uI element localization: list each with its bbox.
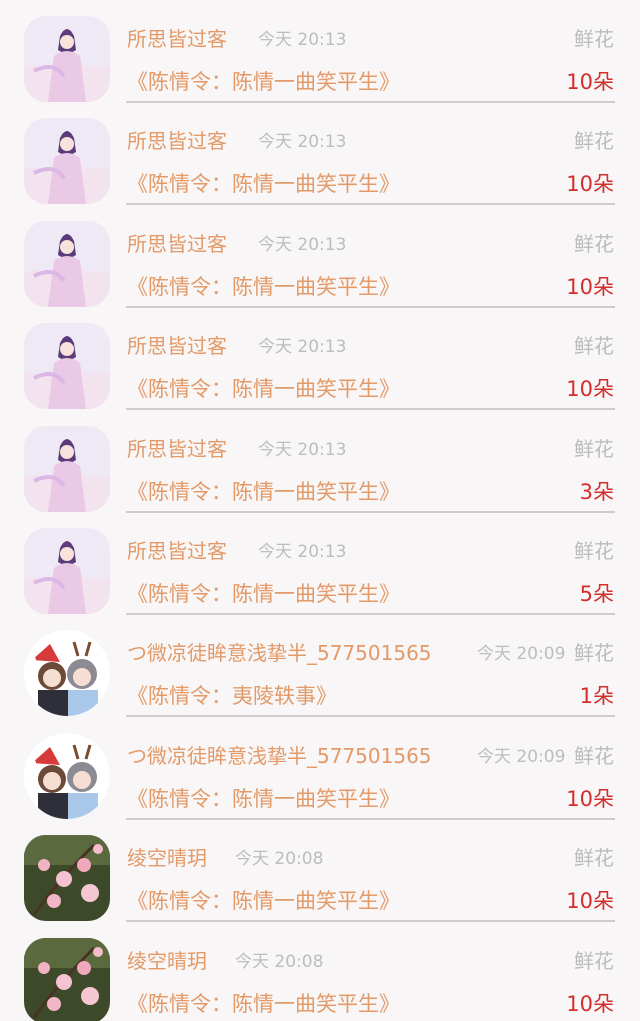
gift-type: 鲜花 (574, 948, 614, 973)
user-name[interactable]: 绫空晴玥 (127, 844, 207, 872)
gift-time: 今天 20:08 (235, 849, 324, 870)
user-name[interactable]: つ微凉徒眸意浅挚半_577501565 (127, 742, 432, 770)
gift-record-row[interactable]: 所思皆过客 今天 20:13 鲜花 《陈情令：陈情一曲笑平生》 10朵 (0, 205, 640, 308)
user-name[interactable]: 绫空晴玥 (127, 947, 207, 975)
gift-count: 5朵 (579, 581, 614, 606)
gift-record-list: 所思皆过客 今天 20:13 鲜花 《陈情令：陈情一曲笑平生》 10朵 所思皆过… (0, 0, 640, 1021)
gift-record-row[interactable]: 绫空晴玥 今天 20:08 鲜花 《陈情令：陈情一曲笑平生》 10朵 (0, 819, 640, 923)
user-name[interactable]: 所思皆过客 (127, 537, 227, 565)
girl-purple-avatar[interactable] (24, 16, 110, 102)
gift-count: 1朵 (579, 684, 614, 709)
book-title-link[interactable]: 《陈情令：陈情一曲笑平生》 (127, 67, 400, 97)
gift-type: 鲜花 (574, 231, 614, 256)
book-title-link[interactable]: 《陈情令：陈情一曲笑平生》 (127, 989, 400, 1019)
gift-count: 10朵 (566, 274, 614, 299)
gift-count: 10朵 (566, 377, 614, 402)
book-title-link[interactable]: 《陈情令：夷陵轶事》 (127, 681, 337, 711)
gift-record-row[interactable]: 绫空晴玥 今天 20:08 鲜花 《陈情令：陈情一曲笑平生》 10朵 (0, 922, 640, 1021)
user-name[interactable]: 所思皆过客 (127, 25, 227, 53)
user-name[interactable]: 所思皆过客 (127, 435, 227, 463)
gift-time: 今天 20:13 (258, 132, 347, 153)
gift-record-row[interactable]: 所思皆过客 今天 20:13 鲜花 《陈情令：陈情一曲笑平生》 10朵 (0, 102, 640, 206)
gift-record-row[interactable]: 所思皆过客 今天 20:13 鲜花 《陈情令：陈情一曲笑平生》 5朵 (0, 512, 640, 615)
gift-time: 今天 20:09 (477, 644, 566, 665)
book-title-link[interactable]: 《陈情令：陈情一曲笑平生》 (127, 477, 400, 507)
gift-time: 今天 20:09 (477, 746, 566, 767)
book-title-link[interactable]: 《陈情令：陈情一曲笑平生》 (127, 784, 400, 814)
gift-count: 10朵 (566, 172, 614, 197)
gift-type: 鲜花 (574, 846, 614, 871)
peach-blossom-avatar[interactable] (24, 937, 110, 1021)
girl-purple-avatar[interactable] (24, 425, 110, 512)
gift-count: 10朵 (566, 991, 614, 1016)
girl-purple-avatar[interactable] (24, 220, 110, 307)
user-name[interactable]: 所思皆过客 (127, 230, 227, 258)
gift-count: 3朵 (579, 479, 614, 504)
gift-record-row[interactable]: つ微凉徒眸意浅挚半_577501565 今天 20:09 鲜花 《陈情令：夷陵轶… (0, 614, 640, 718)
anime-couple-avatar[interactable] (24, 630, 110, 717)
gift-record-row[interactable]: 所思皆过客 今天 20:13 鲜花 《陈情令：陈情一曲笑平生》 3朵 (0, 410, 640, 513)
book-title-link[interactable]: 《陈情令：陈情一曲笑平生》 (127, 374, 400, 404)
gift-record-row[interactable]: つ微凉徒眸意浅挚半_577501565 今天 20:09 鲜花 《陈情令：陈情一… (0, 717, 640, 820)
gift-type: 鲜花 (574, 334, 614, 359)
gift-time: 今天 20:08 (235, 951, 324, 972)
gift-record-row[interactable]: 所思皆过客 今天 20:13 鲜花 《陈情令：陈情一曲笑平生》 10朵 (0, 307, 640, 411)
gift-type: 鲜花 (574, 27, 614, 51)
gift-time: 今天 20:13 (258, 439, 347, 460)
gift-type: 鲜花 (574, 641, 614, 666)
gift-time: 今天 20:13 (258, 337, 347, 358)
girl-purple-avatar[interactable] (24, 118, 110, 205)
gift-type: 鲜花 (574, 538, 614, 563)
gift-time: 今天 20:13 (258, 234, 347, 255)
book-title-link[interactable]: 《陈情令：陈情一曲笑平生》 (127, 272, 400, 302)
anime-couple-avatar[interactable] (24, 732, 110, 819)
user-name[interactable]: つ微凉徒眸意浅挚半_577501565 (127, 639, 432, 667)
user-name[interactable]: 所思皆过客 (127, 332, 227, 360)
girl-purple-avatar[interactable] (24, 323, 110, 410)
gift-time: 今天 20:13 (258, 541, 347, 562)
peach-blossom-avatar[interactable] (24, 835, 110, 922)
gift-type: 鲜花 (574, 129, 614, 154)
gift-count: 10朵 (566, 70, 614, 94)
gift-record-row[interactable]: 所思皆过客 今天 20:13 鲜花 《陈情令：陈情一曲笑平生》 10朵 (0, 0, 640, 103)
gift-type: 鲜花 (574, 436, 614, 461)
book-title-link[interactable]: 《陈情令：陈情一曲笑平生》 (127, 886, 400, 916)
user-name[interactable]: 所思皆过客 (127, 127, 227, 155)
gift-count: 10朵 (566, 889, 614, 914)
book-title-link[interactable]: 《陈情令：陈情一曲笑平生》 (127, 169, 400, 199)
girl-purple-avatar[interactable] (24, 527, 110, 614)
gift-count: 10朵 (566, 786, 614, 811)
gift-type: 鲜花 (574, 743, 614, 768)
gift-time: 今天 20:13 (258, 30, 347, 50)
book-title-link[interactable]: 《陈情令：陈情一曲笑平生》 (127, 579, 400, 609)
